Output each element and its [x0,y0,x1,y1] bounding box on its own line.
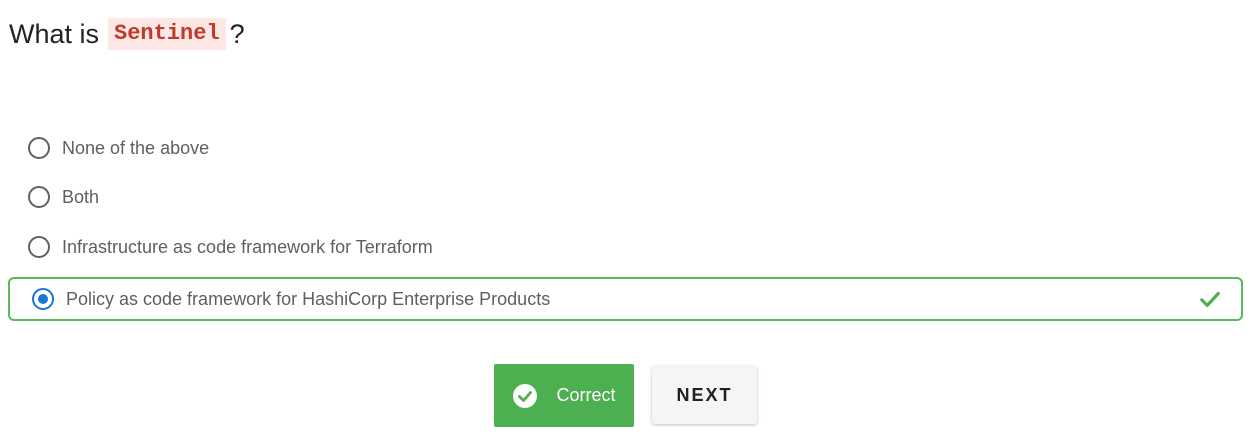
radio-button[interactable] [28,137,50,159]
answer-option-both[interactable]: Both [28,184,1198,210]
answer-option-label: None of the above [62,137,210,158]
question-code-term: Sentinel [108,18,226,50]
answer-option-policy-selected[interactable]: Policy as code framework for HashiCorp E… [8,277,1243,321]
radio-button[interactable] [28,186,50,208]
radio-button[interactable] [28,236,50,258]
quiz-page: What is Sentinel ? None of the above Bot… [0,0,1251,438]
correct-button-label: Correct [556,385,616,405]
question-prefix: What is [9,18,100,49]
answer-option-iac[interactable]: Infrastructure as code framework for Ter… [28,234,1198,260]
checkmark-icon [1200,291,1220,308]
answer-option-label: Policy as code framework for HashiCorp E… [66,288,551,309]
check-circle-icon [513,383,538,408]
answer-option-label: Infrastructure as code framework for Ter… [62,236,433,257]
next-button-label: NEXT [676,384,733,405]
answer-option-none[interactable]: None of the above [28,135,1198,161]
answer-option-label: Both [62,186,100,207]
question-text: What is Sentinel ? [9,18,245,50]
radio-button-selected[interactable] [32,288,54,310]
question-suffix: ? [229,18,245,49]
next-button[interactable]: NEXT [652,366,757,424]
correct-button[interactable]: Correct [494,364,634,427]
